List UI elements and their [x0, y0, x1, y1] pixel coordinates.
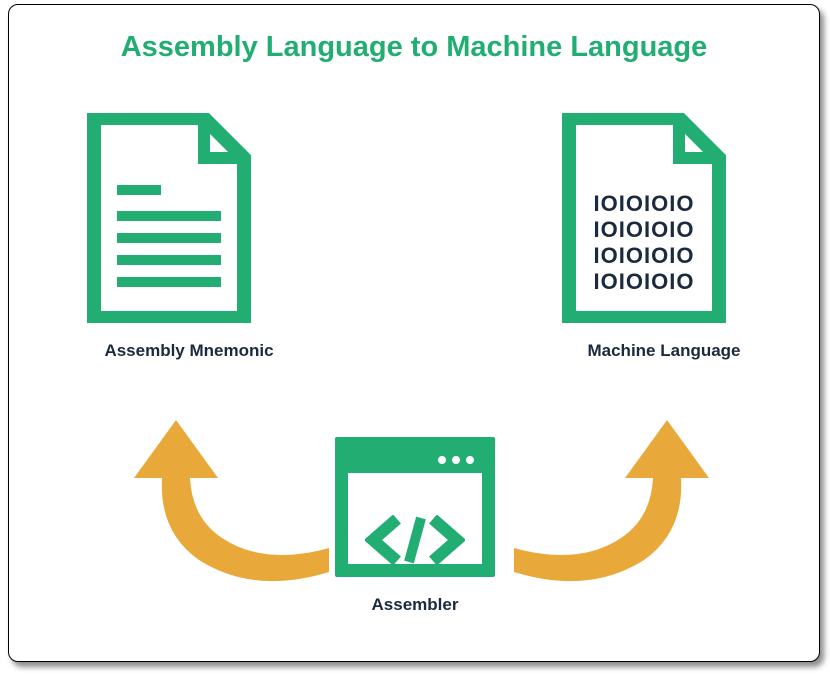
window-dots-icon: [438, 456, 474, 464]
code-window-icon: [335, 437, 495, 577]
node-machine-language: IOIOIOIO IOIOIOIO IOIOIOIO IOIOIOIO Mach…: [554, 113, 774, 361]
label-assembly-mnemonic: Assembly Mnemonic: [79, 341, 299, 361]
label-assembler: Assembler: [335, 595, 495, 615]
binary-line-3: IOIOIOIO: [594, 243, 695, 268]
arrow-right: [509, 400, 739, 605]
binary-line-1: IOIOIOIO: [594, 191, 695, 216]
diagram-card: Assembly Language to Machine Language As…: [8, 4, 820, 662]
arrow-left: [104, 400, 334, 605]
curved-arrow-up-right-icon: [509, 400, 739, 600]
binary-line-4: IOIOIOIO: [594, 269, 695, 294]
node-assembly-mnemonic: Assembly Mnemonic: [79, 113, 299, 361]
diagram-title: Assembly Language to Machine Language: [9, 31, 819, 64]
node-assembler: Assembler: [335, 437, 495, 615]
label-machine-language: Machine Language: [554, 341, 774, 361]
document-binary-icon: IOIOIOIO IOIOIOIO IOIOIOIO IOIOIOIO: [554, 113, 734, 323]
curved-arrow-up-left-icon: [104, 400, 334, 600]
code-brackets-icon: [365, 515, 465, 565]
binary-line-2: IOIOIOIO: [594, 217, 695, 242]
document-lines-icon: [79, 113, 259, 323]
